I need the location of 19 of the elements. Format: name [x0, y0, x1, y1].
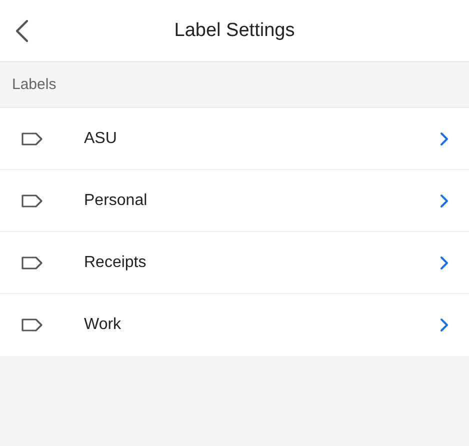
chevron-icon [440, 194, 449, 208]
label-name: Personal [84, 192, 148, 210]
label-name: Work [84, 316, 122, 334]
label-icon [21, 256, 43, 270]
label-icon [21, 194, 43, 208]
chevron-icon [440, 132, 449, 146]
label-row[interactable]: Receipts [0, 232, 469, 294]
label-name: Receipts [84, 254, 148, 272]
section-title: Labels [12, 76, 56, 93]
label-icon [21, 318, 43, 332]
label-icon [21, 132, 43, 146]
label-row[interactable]: Personal [0, 170, 469, 232]
chevron-icon [440, 318, 449, 332]
label-row[interactable]: ASU [0, 108, 469, 170]
chevron-icon [440, 256, 449, 270]
back-icon [15, 19, 29, 43]
label-row[interactable]: Work [0, 294, 469, 356]
page-title: Label Settings [174, 20, 295, 42]
label-name: ASU [84, 130, 118, 148]
